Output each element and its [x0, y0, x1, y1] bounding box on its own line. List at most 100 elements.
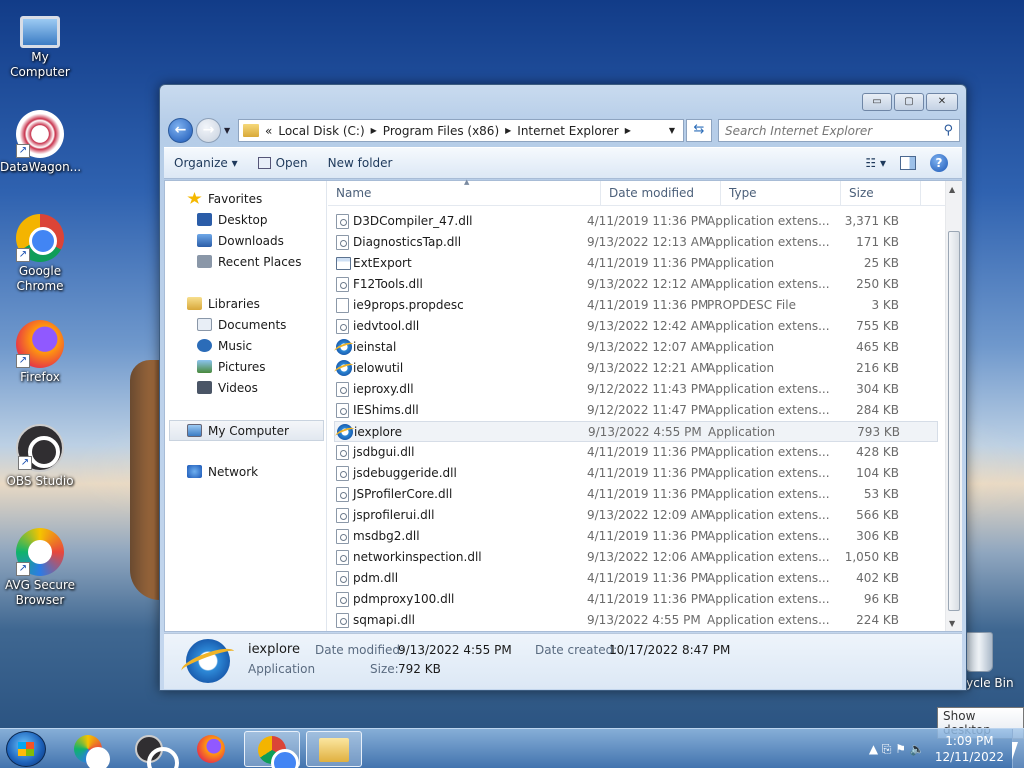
dll-file-icon [336, 613, 349, 628]
start-button[interactable] [6, 731, 46, 767]
file-date-modified: 4/11/2019 11:36 PM [587, 214, 709, 228]
taskbar-firefox[interactable] [183, 731, 239, 767]
preview-pane-icon[interactable] [900, 156, 916, 170]
file-row[interactable]: networkinspection.dll 9/13/2022 12:06 AM A… [334, 547, 938, 568]
file-row[interactable]: sqmapi.dll 9/13/2022 4:55 PM Application e… [334, 610, 938, 631]
recent-pages-dropdown[interactable]: ▼ [224, 126, 230, 135]
nav-network[interactable]: Network [165, 462, 326, 483]
scroll-thumb[interactable] [948, 231, 960, 611]
address-dropdown-icon[interactable]: ▼ [669, 126, 675, 135]
tray-icons[interactable]: ▲ ⎘ ⚑ 🔈 [869, 742, 925, 757]
obs-icon [135, 735, 179, 768]
file-row[interactable]: iedvtool.dll 9/13/2022 12:42 AM Applicatio… [334, 316, 938, 337]
nav-libraries[interactable]: Libraries [165, 294, 326, 315]
nav-label: Pictures [218, 360, 266, 374]
breadcrumb-overflow[interactable]: « [265, 124, 272, 138]
file-row[interactable]: JSProfilerCore.dll 4/11/2019 11:36 PM Appl… [334, 484, 938, 505]
file-row[interactable]: msdbg2.dll 4/11/2019 11:36 PM Application … [334, 526, 938, 547]
file-row[interactable]: D3DCompiler_47.dll 4/11/2019 11:36 PM Appl… [334, 211, 938, 232]
network-icon [187, 465, 202, 478]
file-row[interactable]: jsdbgui.dll 4/11/2019 11:36 PM Application… [334, 442, 938, 463]
taskbar-avg-browser[interactable] [60, 731, 116, 768]
file-name: jsdebuggeride.dll [353, 466, 457, 480]
column-type[interactable]: Type [721, 181, 841, 206]
forward-button[interactable]: → [196, 118, 221, 143]
organize-button[interactable]: Organize ▾ [164, 147, 248, 179]
nav-music[interactable]: Music [165, 336, 326, 357]
breadcrumb-internet-explorer[interactable]: Internet Explorer [517, 124, 618, 138]
search-input[interactable] [725, 121, 935, 141]
file-size: 284 KB [856, 403, 899, 417]
help-icon[interactable]: ? [930, 154, 948, 172]
desktop-icon-datawagon[interactable]: ↗ DataWagon... [0, 110, 81, 175]
details-created-value: 10/17/2022 8:47 PM [609, 643, 731, 657]
breadcrumb-separator-icon[interactable]: ▶ [371, 126, 377, 135]
details-modified-value: 9/13/2022 4:55 PM [398, 643, 512, 657]
sort-ascending-icon: ▲ [464, 178, 470, 186]
file-type: Application extens... [707, 508, 830, 522]
nav-videos[interactable]: Videos [165, 378, 326, 399]
nav-downloads[interactable]: Downloads [165, 231, 326, 252]
file-row[interactable]: ie9props.propdesc 4/11/2019 11:36 PM PROPD… [334, 295, 938, 316]
desktop-icon-obs[interactable]: ↗ OBS Studio [0, 424, 80, 489]
nav-my-computer[interactable]: My Computer [169, 420, 324, 441]
search-icon[interactable]: ⚲ [943, 123, 953, 138]
open-button[interactable]: Open [248, 147, 318, 179]
file-row[interactable]: ExtExport 4/11/2019 11:36 PM Application 25… [334, 253, 938, 274]
file-row[interactable]: IEShims.dll 9/12/2022 11:47 PM Application… [334, 400, 938, 421]
new-folder-button[interactable]: New folder [318, 147, 403, 179]
taskbar-obs[interactable] [121, 731, 179, 768]
change-view-button[interactable]: ☷ ▾ [865, 156, 886, 170]
dll-file-icon [336, 466, 349, 481]
nav-favorites[interactable]: Favorites [165, 189, 326, 210]
refresh-button[interactable]: ⇆ [686, 119, 712, 142]
minimize-button[interactable]: ▭ [862, 93, 892, 111]
nav-pictures[interactable]: Pictures [165, 357, 326, 378]
maximize-button[interactable]: ▢ [894, 93, 924, 111]
scroll-down-icon[interactable]: ▼ [949, 619, 955, 628]
file-row[interactable]: DiagnosticsTap.dll 9/13/2022 12:13 AM Appl… [334, 232, 938, 253]
taskbar-explorer[interactable] [306, 731, 362, 767]
file-row[interactable]: ielowutil 9/13/2022 12:21 AM Application 21… [334, 358, 938, 379]
desktop-icon-my-computer[interactable]: My Computer [0, 8, 80, 80]
breadcrumb-local-disk[interactable]: Local Disk (C:) [278, 124, 364, 138]
close-button[interactable]: ✕ [926, 93, 958, 111]
file-row[interactable]: iexplore 9/13/2022 4:55 PM Application 793 … [334, 421, 938, 442]
scroll-up-icon[interactable]: ▲ [949, 185, 955, 194]
nav-recent-places[interactable]: Recent Places [165, 252, 326, 273]
desktop-icon-firefox[interactable]: ↗ Firefox [0, 320, 80, 385]
file-row[interactable]: pdm.dll 4/11/2019 11:36 PM Application ext… [334, 568, 938, 589]
file-row[interactable]: jsdebuggeride.dll 4/11/2019 11:36 PM Appli… [334, 463, 938, 484]
dll-file-icon [336, 592, 349, 607]
file-row[interactable]: ieproxy.dll 9/12/2022 11:43 PM Application… [334, 379, 938, 400]
file-row[interactable]: F12Tools.dll 9/13/2022 12:12 AM Applicatio… [334, 274, 938, 295]
desktop-icon-chrome[interactable]: ↗ Google Chrome [0, 214, 80, 294]
address-bar[interactable]: « Local Disk (C:) ▶ Program Files (x86) … [238, 119, 684, 142]
taskbar-chrome[interactable] [244, 731, 300, 768]
back-button[interactable]: ← [168, 118, 193, 143]
file-date-modified: 9/13/2022 12:12 AM [587, 277, 710, 291]
breadcrumb-separator-icon[interactable]: ▶ [505, 126, 511, 135]
file-row[interactable]: jsprofilerui.dll 9/13/2022 12:09 AM Applic… [334, 505, 938, 526]
file-type: Application extens... [707, 613, 830, 627]
desktop-icon-avg[interactable]: ↗ AVG Secure Browser [0, 528, 80, 608]
file-row[interactable]: ieinstal 9/13/2022 12:07 AM Application 465… [334, 337, 938, 358]
star-icon [187, 192, 202, 204]
file-date-modified: 4/11/2019 11:36 PM [587, 487, 709, 501]
breadcrumb-separator-icon[interactable]: ▶ [625, 126, 631, 135]
vertical-scrollbar[interactable]: ▲ ▼ [945, 181, 962, 631]
column-date-modified[interactable]: Date modified [601, 181, 721, 206]
breadcrumb-program-files[interactable]: Program Files (x86) [383, 124, 499, 138]
libraries-icon [187, 297, 202, 310]
dll-file-icon [336, 214, 349, 229]
file-date-modified: 4/11/2019 11:36 PM [587, 529, 709, 543]
file-type: Application [707, 361, 775, 375]
file-row[interactable]: pdmproxy100.dll 4/11/2019 11:36 PM Applica… [334, 589, 938, 610]
nav-desktop[interactable]: Desktop [165, 210, 326, 231]
file-size: 755 KB [856, 319, 899, 333]
column-size[interactable]: Size [841, 181, 921, 206]
file-type: Application extens... [707, 550, 830, 564]
clock[interactable]: 1:09 PM 12/11/2022 [935, 733, 1004, 765]
nav-documents[interactable]: Documents [165, 315, 326, 336]
file-type: Application extens... [707, 382, 830, 396]
